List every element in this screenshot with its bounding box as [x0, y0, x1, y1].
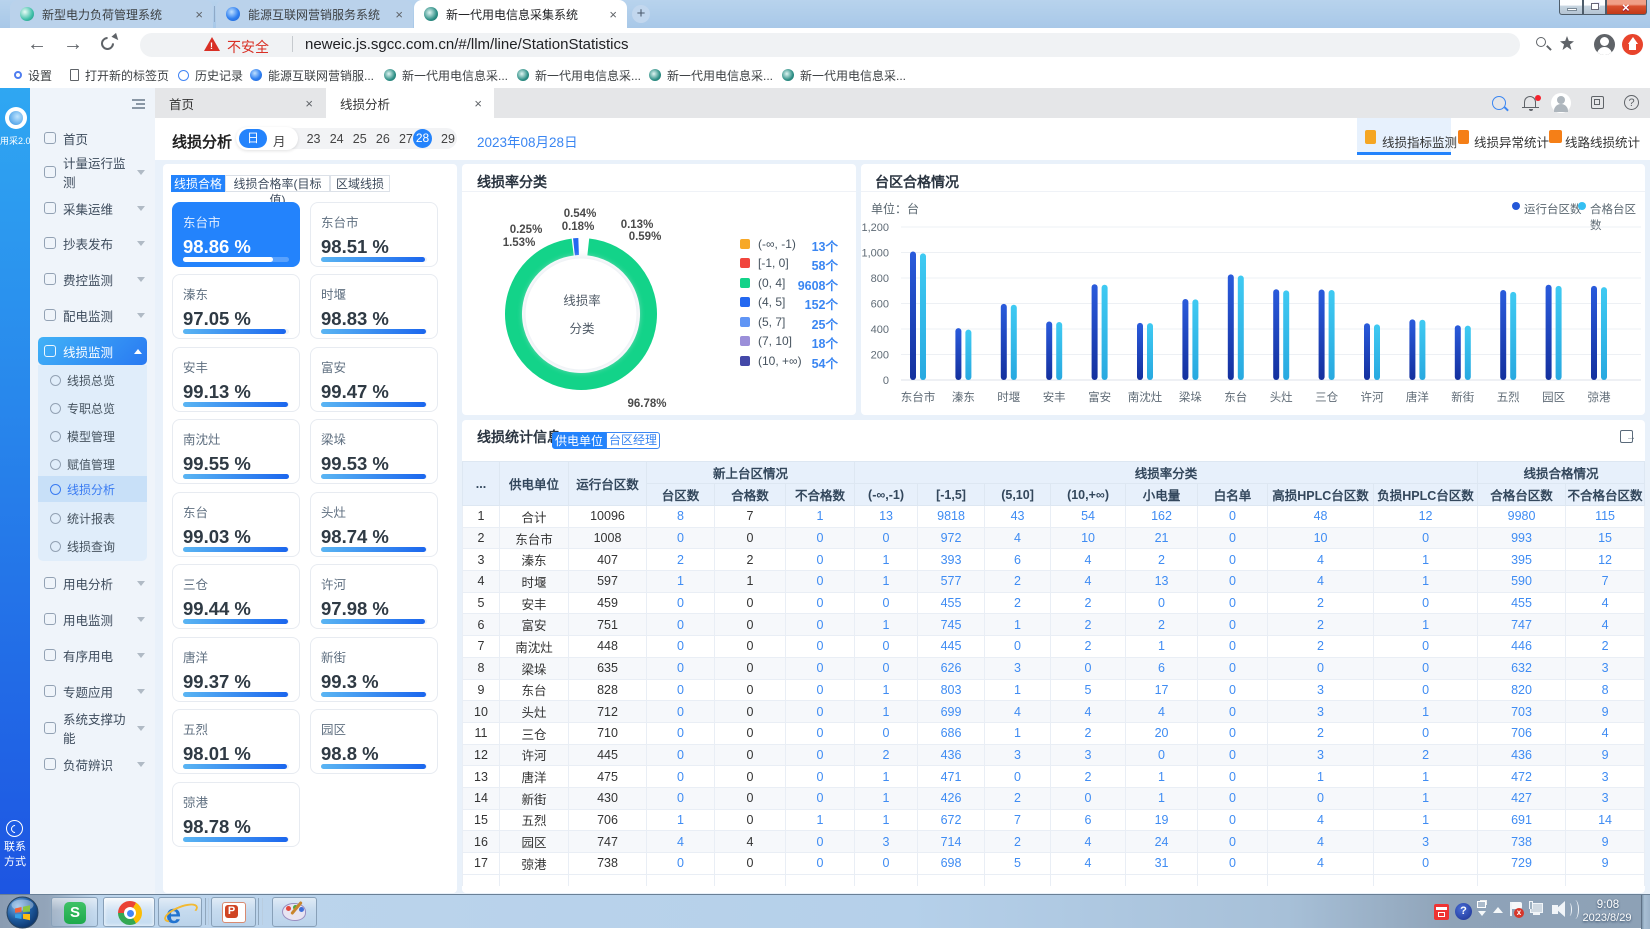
svg-text:东台: 东台	[1224, 390, 1247, 404]
svg-text:200: 200	[871, 350, 889, 362]
svg-text:96.78%: 96.78%	[627, 398, 666, 410]
svg-text:600: 600	[871, 299, 889, 311]
svg-text:0.18%: 0.18%	[562, 221, 595, 233]
svg-text:1,200: 1,200	[861, 222, 889, 234]
svg-text:安丰: 安丰	[1043, 390, 1066, 404]
svg-text:0.54%: 0.54%	[564, 208, 597, 220]
svg-text:时堰: 时堰	[997, 391, 1020, 404]
svg-text:弶港: 弶港	[1588, 390, 1611, 404]
svg-text:1,000: 1,000	[861, 248, 889, 260]
svg-text:梁垛: 梁垛	[1179, 390, 1202, 404]
svg-text:0: 0	[883, 375, 889, 387]
svg-text:富安: 富安	[1088, 390, 1111, 404]
svg-text:唐洋: 唐洋	[1406, 390, 1429, 404]
svg-text:0.59%: 0.59%	[629, 231, 662, 243]
svg-text:南沈灶: 南沈灶	[1128, 390, 1163, 404]
svg-text:1.53%: 1.53%	[503, 237, 536, 249]
svg-text:线损率: 线损率	[563, 293, 601, 308]
svg-text:许河: 许河	[1361, 391, 1384, 404]
svg-text:五烈: 五烈	[1497, 390, 1521, 404]
svg-text:园区: 园区	[1542, 391, 1565, 404]
svg-text:头灶: 头灶	[1270, 391, 1294, 404]
svg-text:0.25%: 0.25%	[510, 224, 543, 236]
svg-text:0.13%: 0.13%	[621, 219, 654, 231]
svg-text:新街: 新街	[1451, 390, 1474, 404]
svg-text:溱东: 溱东	[952, 390, 975, 404]
svg-text:800: 800	[871, 273, 889, 285]
svg-text:分类: 分类	[569, 322, 595, 336]
svg-text:400: 400	[871, 324, 889, 336]
svg-text:东台市: 东台市	[901, 390, 936, 404]
svg-text:三仓: 三仓	[1315, 390, 1338, 404]
